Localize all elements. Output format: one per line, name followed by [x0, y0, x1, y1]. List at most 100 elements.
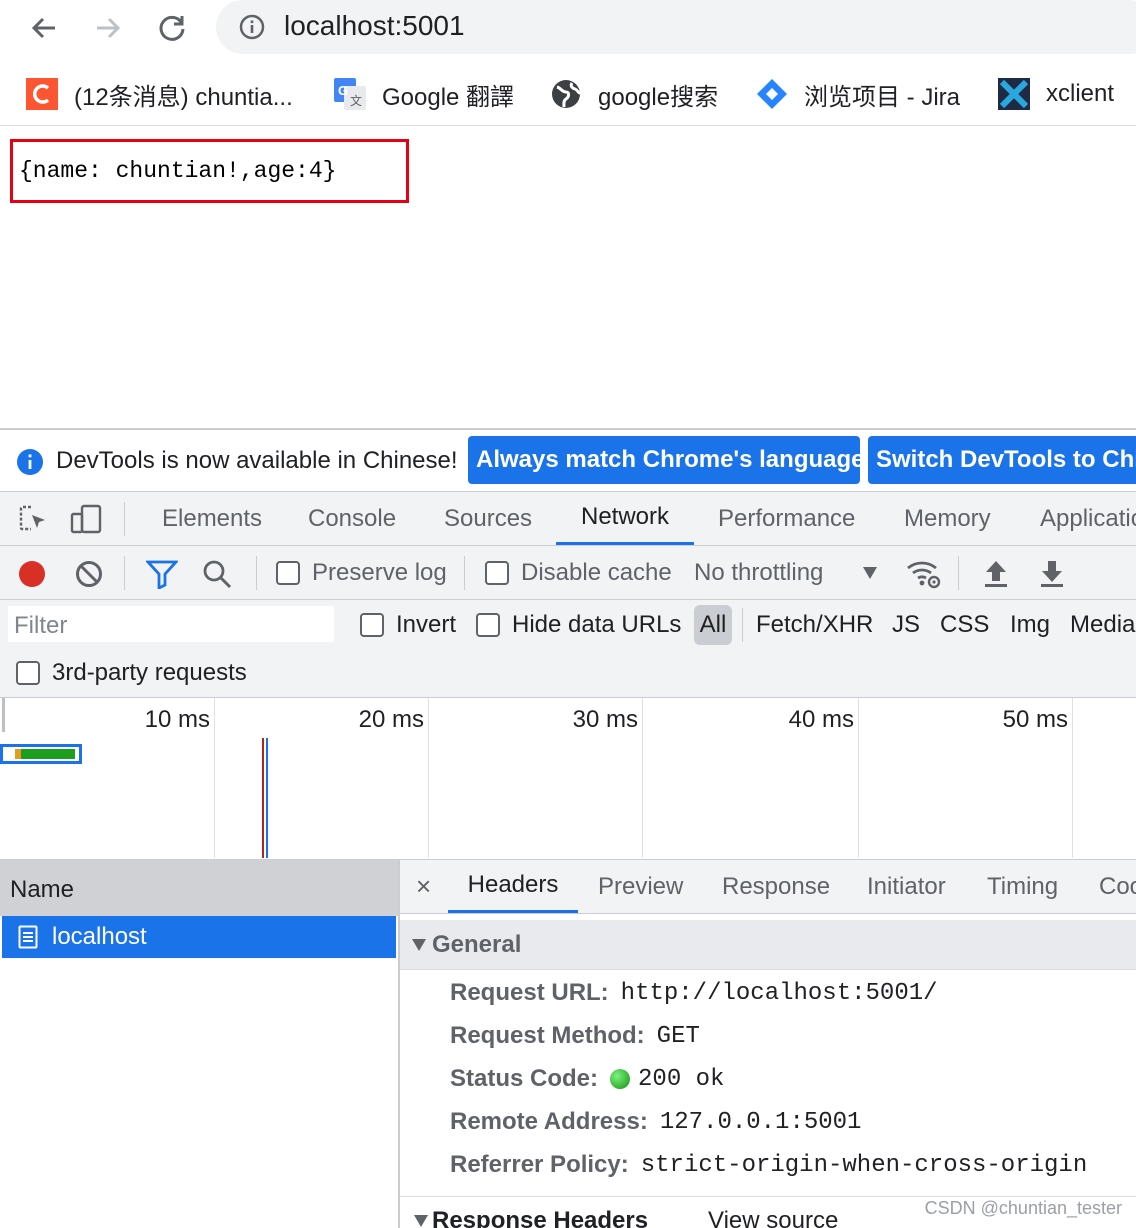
url-text: localhost:5001: [284, 10, 465, 41]
separator: [124, 556, 125, 590]
separator: [124, 502, 125, 536]
devtools-language-infobar: DevTools is now available in Chinese! Al…: [0, 430, 1136, 492]
info-circle-icon: [16, 448, 44, 476]
document-icon: [18, 925, 38, 949]
network-toolbar: Preserve log Disable cache No throttling: [0, 546, 1136, 600]
view-source-link[interactable]: View source: [708, 1207, 838, 1228]
tab-application[interactable]: Applicatio: [1040, 492, 1136, 545]
disable-cache-checkbox[interactable]: Disable cache: [485, 546, 672, 600]
filter-type-img[interactable]: Img: [1010, 600, 1050, 650]
tick-label: 30 ms: [572, 706, 638, 733]
infobar-message: DevTools is now available in Chinese!: [56, 447, 458, 474]
timeline-start-marker: [2, 698, 5, 732]
general-request-url: Request URL: http://localhost:5001/: [450, 979, 938, 1007]
forward-button[interactable]: [88, 8, 128, 48]
triangle-down-icon: [414, 1215, 428, 1227]
gridline: [214, 698, 215, 858]
general-section-header[interactable]: General: [400, 920, 1136, 970]
filter-type-media[interactable]: Media: [1070, 600, 1135, 650]
reload-button[interactable]: [152, 8, 192, 48]
watermark: CSDN @chuntian_tester: [924, 1198, 1122, 1218]
invert-checkbox[interactable]: Invert: [360, 600, 456, 650]
dropdown-arrow-icon[interactable]: [862, 566, 878, 580]
separator: [464, 556, 465, 590]
bookmark-google-translate[interactable]: G文 Google 翻譯: [334, 62, 514, 126]
close-detail-button[interactable]: ×: [416, 860, 431, 913]
checkbox[interactable]: [16, 661, 40, 685]
network-conditions-icon[interactable]: [906, 558, 942, 590]
status-ok-icon: [610, 1069, 631, 1089]
back-button[interactable]: [24, 8, 64, 48]
tab-sources[interactable]: Sources: [444, 492, 532, 545]
reload-icon: [159, 15, 185, 41]
tab-console[interactable]: Console: [308, 492, 396, 545]
tab-headers[interactable]: Headers: [448, 860, 578, 913]
bookmark-xclient[interactable]: xclient: [998, 62, 1114, 126]
arrow-left-icon: [31, 17, 55, 39]
response-json-text: {name: chuntian!,age:4}: [19, 158, 337, 184]
request-timing-bar: [0, 744, 82, 764]
request-list: Name localhost: [0, 860, 400, 1228]
tab-preview[interactable]: Preview: [598, 860, 683, 913]
filter-type-fetch-xhr[interactable]: Fetch/XHR: [756, 600, 873, 650]
checkbox[interactable]: [360, 613, 384, 637]
general-request-method: Request Method: GET: [450, 1022, 700, 1050]
devtools-tabs: Elements Console Sources Network Perform…: [0, 492, 1136, 546]
bookmark-jira[interactable]: 浏览项目 - Jira: [756, 62, 960, 126]
filter-icon[interactable]: [146, 559, 178, 589]
svg-text:文: 文: [350, 93, 362, 108]
response-headers-title: Response Headers: [432, 1207, 649, 1228]
network-filter-bar: Filter Invert Hide data URLs All Fetch/X…: [0, 600, 1136, 698]
general-referrer-policy: Referrer Policy: strict-origin-when-cros…: [450, 1151, 1088, 1179]
browser-toolbar: localhost:5001: [0, 0, 1136, 56]
name-column-header[interactable]: Name: [0, 860, 398, 916]
info-icon[interactable]: [238, 13, 266, 41]
bookmark-csdn[interactable]: (12条消息) chuntia...: [26, 62, 293, 126]
checkbox[interactable]: [276, 561, 300, 585]
checkbox[interactable]: [476, 613, 500, 637]
tick-label: 40 ms: [788, 706, 854, 733]
checkbox[interactable]: [485, 561, 509, 585]
clear-icon[interactable]: [74, 559, 104, 589]
search-icon[interactable]: [202, 559, 232, 589]
tab-cookies[interactable]: Coo: [1099, 860, 1136, 913]
separator: [958, 556, 959, 590]
timing-segment-download: [21, 749, 75, 759]
import-har-icon[interactable]: [982, 558, 1010, 588]
tab-timing[interactable]: Timing: [987, 860, 1058, 913]
separator: [742, 608, 743, 642]
filter-type-css[interactable]: CSS: [940, 600, 989, 650]
tab-network[interactable]: Network: [556, 492, 694, 545]
gridline: [858, 698, 859, 858]
general-status-code: Status Code: 200 ok: [450, 1065, 725, 1093]
filter-type-all[interactable]: All: [694, 605, 732, 645]
inspect-element-icon[interactable]: [18, 504, 48, 534]
globe-icon: [550, 78, 582, 110]
record-icon[interactable]: [18, 560, 46, 588]
export-har-icon[interactable]: [1038, 558, 1066, 588]
request-row[interactable]: localhost: [2, 916, 396, 958]
tab-memory[interactable]: Memory: [904, 492, 991, 545]
bookmark-google-search[interactable]: google搜索: [550, 62, 718, 126]
preserve-log-checkbox[interactable]: Preserve log: [276, 546, 447, 600]
address-bar[interactable]: localhost:5001: [216, 0, 1136, 54]
network-overview-timeline[interactable]: 10 ms 20 ms 30 ms 40 ms 50 ms: [0, 698, 1136, 860]
general-remote-address: Remote Address: 127.0.0.1:5001: [450, 1108, 862, 1136]
tab-initiator[interactable]: Initiator: [867, 860, 946, 913]
tab-performance[interactable]: Performance: [718, 492, 855, 545]
request-name: localhost: [52, 923, 147, 950]
tab-response[interactable]: Response: [722, 860, 830, 913]
hide-data-urls-checkbox[interactable]: Hide data URLs: [476, 600, 681, 650]
filter-type-js[interactable]: JS: [892, 600, 920, 650]
device-toolbar-icon[interactable]: [70, 504, 102, 534]
svg-text:G: G: [338, 83, 348, 98]
switch-devtools-language-button[interactable]: Switch DevTools to Chi: [868, 436, 1136, 484]
arrow-right-icon: [97, 17, 121, 39]
google-translate-icon: G文: [334, 78, 366, 110]
tab-elements[interactable]: Elements: [162, 492, 262, 545]
always-match-language-button[interactable]: Always match Chrome's language: [468, 436, 860, 484]
throttling-select[interactable]: No throttling: [694, 546, 823, 600]
gridline: [428, 698, 429, 858]
third-party-checkbox[interactable]: 3rd-party requests: [16, 648, 247, 698]
filter-input[interactable]: Filter: [8, 606, 334, 642]
